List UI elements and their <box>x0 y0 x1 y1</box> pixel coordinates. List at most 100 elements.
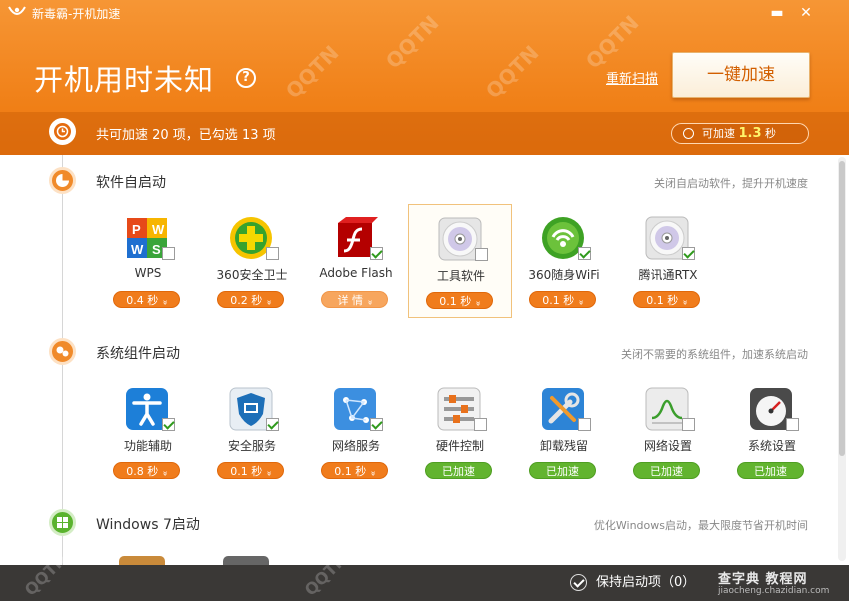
software-startup-icon <box>49 167 76 194</box>
section-hint: 关闭自启动软件，提升开机速度 <box>654 177 808 190</box>
watermark-text: QQTN <box>480 40 544 104</box>
startup-item[interactable]: 安全服务 0.1 秒» <box>200 375 304 489</box>
keep-startup-label: 保持启动项（0） <box>596 575 696 590</box>
time-badge[interactable]: 0.1 秒» <box>529 291 596 308</box>
item-checkbox[interactable] <box>578 247 591 260</box>
title-bar[interactable]: 新毒霸-开机加速 ▬ ✕ <box>0 0 849 26</box>
help-icon[interactable]: ? <box>236 68 256 88</box>
time-badge[interactable]: 0.8 秒» <box>113 462 180 479</box>
item-checkbox[interactable] <box>786 418 799 431</box>
startup-item[interactable]: 腾讯通RTX 0.1 秒» <box>616 204 720 318</box>
svg-text:P: P <box>132 222 141 237</box>
time-badge[interactable]: 0.2 秒» <box>217 291 284 308</box>
startup-item[interactable]: 功能辅助 0.8 秒» <box>96 375 200 489</box>
chevron-down-icon: » <box>575 299 586 306</box>
time-badge[interactable]: 已加速 <box>425 462 492 479</box>
time-badge[interactable]: 详 情» <box>321 291 388 308</box>
chevron-down-icon: » <box>263 470 274 477</box>
item-checkbox[interactable] <box>266 247 279 260</box>
badge-text: 0.1 秒 <box>230 465 263 478</box>
badge-text: 已加速 <box>442 465 475 478</box>
item-checkbox[interactable] <box>474 418 487 431</box>
item-checkbox[interactable] <box>578 418 591 431</box>
keep-startup-button[interactable]: 保持启动项（0） <box>568 573 695 593</box>
chevron-down-icon: » <box>364 299 375 306</box>
item-label: 360安全卫士 <box>216 268 288 282</box>
speedup-prefix: 可加速 <box>702 127 735 140</box>
window-title: 新毒霸-开机加速 <box>32 7 121 21</box>
startup-item[interactable]: 360随身WiFi 0.1 秒» <box>512 204 616 318</box>
item-label: 360随身WiFi <box>528 268 600 282</box>
item-label: WPS <box>134 266 162 280</box>
page-title: 开机用时未知 <box>34 63 215 97</box>
chevron-down-icon: » <box>159 299 170 306</box>
partial-item-icon <box>119 556 165 565</box>
item-label: Adobe Flash <box>319 266 393 280</box>
startup-item[interactable]: 网络服务 0.1 秒» <box>304 375 408 489</box>
time-badge[interactable]: 已加速 <box>633 462 700 479</box>
bottom-bar: QQTN QQTN 保持启动项（0） 查字典 教程网 jiaocheng.cha… <box>0 550 849 601</box>
badge-text: 0.1 秒 <box>646 294 679 307</box>
scrollbar-thumb[interactable] <box>839 161 845 456</box>
header: QQTN QQTN QQTN QQTN 新毒霸-开机加速 ▬ ✕ 开机用时未知 … <box>0 0 849 155</box>
item-checkbox[interactable] <box>370 247 383 260</box>
clock-badge <box>49 118 76 145</box>
duba-logo-icon <box>8 6 26 15</box>
check-circle-icon <box>570 574 587 591</box>
time-badge[interactable]: 0.4 秒» <box>113 291 180 308</box>
startup-item[interactable]: 系统设置 已加速 <box>720 375 824 489</box>
partial-item-icon <box>223 556 269 565</box>
item-label: 安全服务 <box>227 439 276 453</box>
speedup-unit: 秒 <box>765 127 777 140</box>
startup-item[interactable]: Adobe Flash 详 情» <box>304 204 408 318</box>
startup-item[interactable]: 硬件控制 已加速 <box>408 375 512 489</box>
badge-text: 0.4 秒 <box>126 294 159 307</box>
badge-text: 0.1 秒 <box>334 465 367 478</box>
item-label: 网络设置 <box>643 439 692 453</box>
startup-item[interactable]: 卸载残留 已加速 <box>512 375 616 489</box>
scrollbar[interactable] <box>838 157 846 561</box>
time-badge[interactable]: 0.1 秒» <box>321 462 388 479</box>
badge-text: 0.2 秒 <box>230 294 263 307</box>
badge-text: 详 情 <box>337 294 363 307</box>
time-badge[interactable]: 已加速 <box>737 462 804 479</box>
rescan-link[interactable]: 重新扫描 <box>606 68 658 87</box>
summary-text: 共可加速 20 项，已勾选 13 项 <box>96 128 276 143</box>
chevron-down-icon: » <box>159 470 170 477</box>
startup-item[interactable]: 网络设置 已加速 <box>616 375 720 489</box>
section-title: Windows 7启动 <box>96 517 200 533</box>
speedup-value: 1.3 <box>738 126 762 141</box>
item-checkbox[interactable] <box>266 418 279 431</box>
svg-text:W: W <box>131 242 144 257</box>
watermark-url: jiaocheng.chazidian.com <box>718 586 830 596</box>
content-area: 软件自启动 关闭自启动软件，提升开机速度 P W W S WPS 0.4 秒» 360安全卫… <box>0 155 849 565</box>
item-checkbox[interactable] <box>162 418 175 431</box>
time-badge[interactable]: 已加速 <box>529 462 596 479</box>
time-badge[interactable]: 0.1 秒» <box>633 291 700 308</box>
watermark-text: QQTN <box>280 40 344 104</box>
badge-text: 0.1 秒 <box>542 294 575 307</box>
item-checkbox[interactable] <box>475 248 488 261</box>
item-checkbox[interactable] <box>370 418 383 431</box>
item-checkbox[interactable] <box>682 247 695 260</box>
startup-item[interactable]: P W W S WPS 0.4 秒» <box>96 204 200 318</box>
section-title: 软件自启动 <box>96 175 166 191</box>
item-label: 网络服务 <box>331 439 380 453</box>
minimize-button[interactable]: ▬ <box>766 2 788 24</box>
badge-text: 已加速 <box>546 465 579 478</box>
item-label: 工具软件 <box>436 269 485 283</box>
startup-item[interactable]: 工具软件 0.1 秒» <box>408 204 512 318</box>
badge-text: 已加速 <box>650 465 683 478</box>
windows-logo-icon <box>49 509 76 536</box>
section-hint: 优化Windows启动，最大限度节省开机时间 <box>593 519 808 532</box>
time-badge[interactable]: 0.1 秒» <box>426 292 493 309</box>
badge-text: 0.1 秒 <box>439 295 472 308</box>
one-click-boost-button[interactable]: 一键加速 <box>672 52 810 98</box>
startup-item[interactable]: 360安全卫士 0.2 秒» <box>200 204 304 318</box>
item-checkbox[interactable] <box>162 247 175 260</box>
close-button[interactable]: ✕ <box>795 2 817 24</box>
watermark-title: 查字典 教程网 <box>718 572 808 587</box>
time-badge[interactable]: 0.1 秒» <box>217 462 284 479</box>
clock-icon <box>54 123 71 140</box>
item-checkbox[interactable] <box>682 418 695 431</box>
